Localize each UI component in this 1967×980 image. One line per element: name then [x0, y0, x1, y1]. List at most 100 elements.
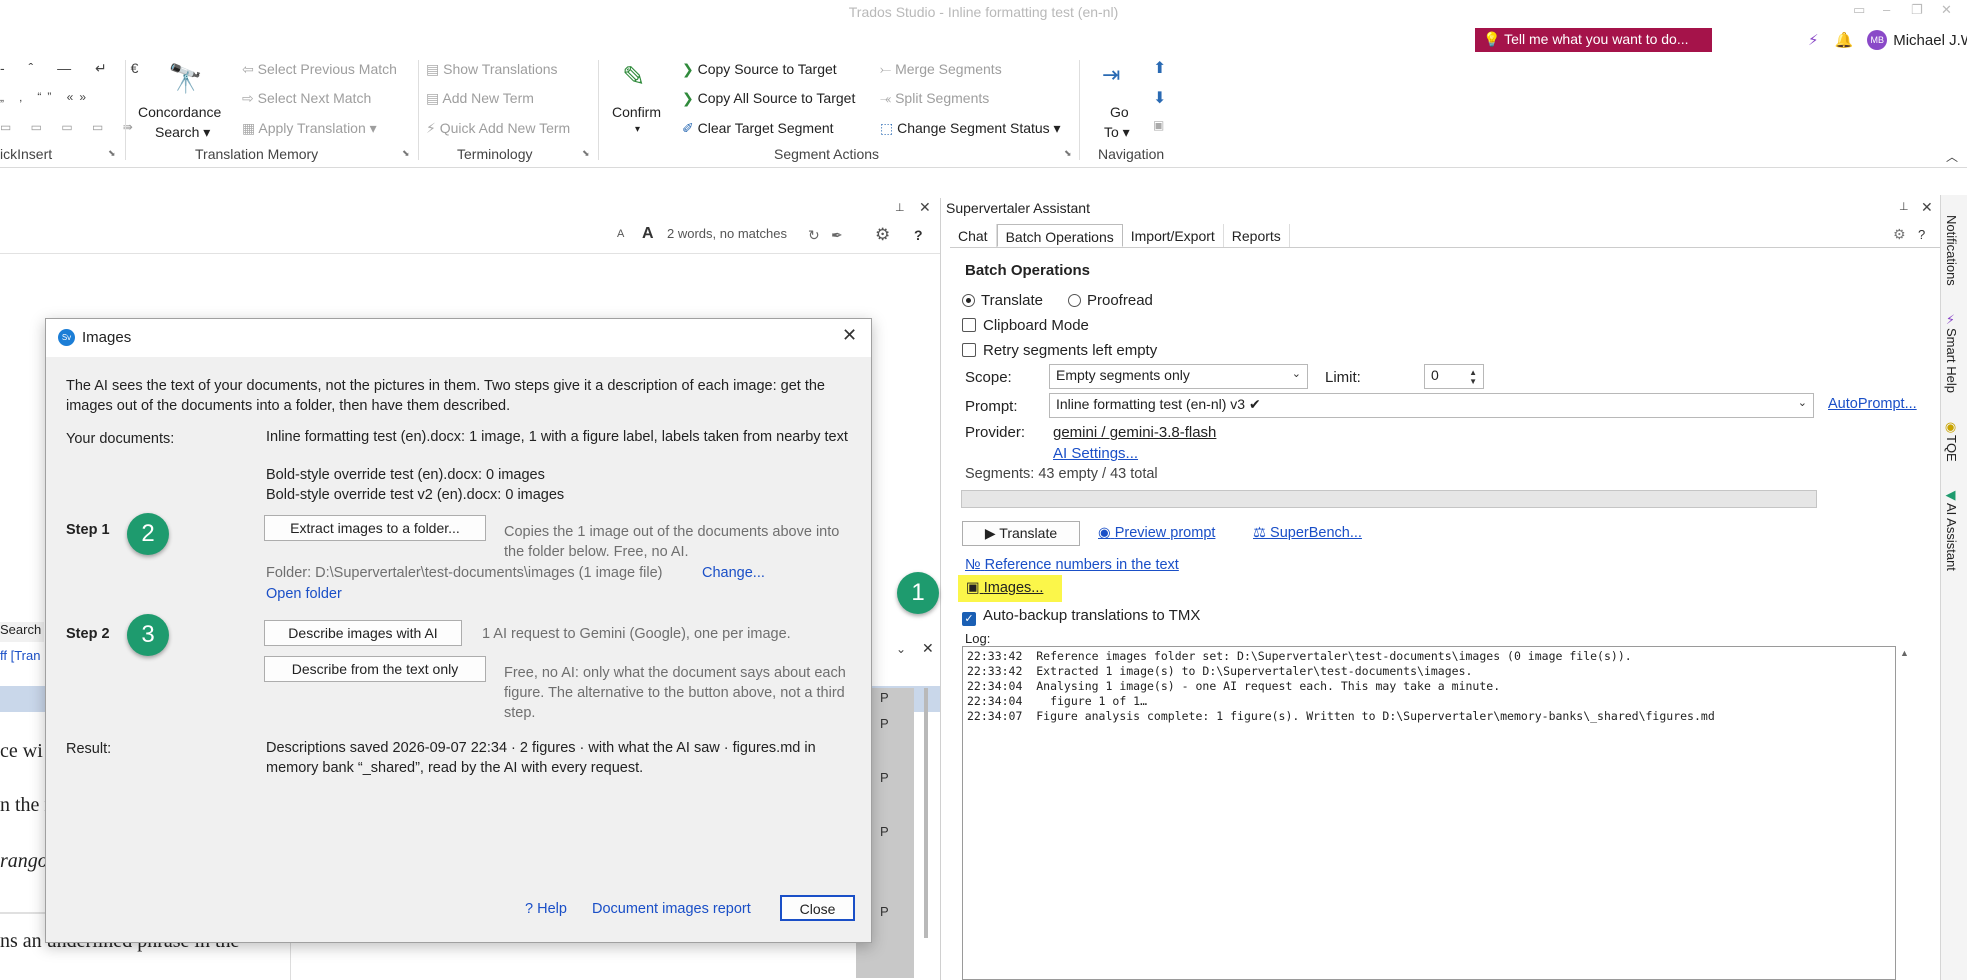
translate-button[interactable]: ▶ Translate — [962, 521, 1080, 546]
collapse-ribbon-icon[interactable]: ︿ — [1946, 148, 1958, 165]
tm-dialog-launcher-icon[interactable]: ⬊ — [402, 148, 410, 159]
log-scroll-up-icon[interactable]: ▲ — [1900, 648, 1909, 658]
concordance-label[interactable]: Concordance — [138, 104, 221, 120]
mode-translate-radio[interactable]: Translate — [962, 292, 1043, 309]
user-area[interactable]: ⚡ 🔔 MB Michael J.W. Beijer — [1808, 29, 1967, 51]
clear-target-button[interactable]: ✐ Clear Target Segment — [682, 120, 834, 137]
dialog-close-icon[interactable]: ✕ — [842, 325, 857, 346]
open-folder-link[interactable]: Open folder — [266, 586, 342, 602]
prompt-select[interactable]: Inline formatting test (en-nl) v3 ✔ ⌄ — [1049, 393, 1814, 418]
editor-scrollbar[interactable] — [924, 688, 928, 938]
concordance-search-button[interactable]: Search ▾ — [155, 124, 210, 141]
ai-settings-link[interactable]: AI Settings... — [1053, 445, 1138, 462]
quick-add-term-button[interactable]: ⚡ Quick Add New Term — [426, 120, 570, 137]
apply-translation-button[interactable]: ▦ Apply Translation ▾ — [242, 120, 377, 137]
sidebar-tab-smart-help[interactable]: ⚡Smart Help — [1944, 313, 1959, 393]
sidebar-tab-tqe[interactable]: ◉TQE — [1944, 420, 1959, 462]
change-segment-status-button[interactable]: ⬚ Change Segment Status ▾ — [880, 120, 1061, 137]
binoculars-icon: 🔭 — [168, 63, 203, 94]
dialog-launcher-icon[interactable]: ⬊ — [108, 148, 116, 159]
merge-segments-button[interactable]: ⤚ Merge Segments — [880, 61, 1002, 78]
describe-text-button[interactable]: Describe from the text only — [264, 656, 486, 682]
provider-label: Provider: — [965, 424, 1026, 441]
close-window-icon[interactable]: ✕ — [1941, 2, 1952, 18]
describe-ai-button[interactable]: Describe images with AI — [264, 620, 462, 646]
editor-fragment-1[interactable]: ce wi — [0, 740, 43, 763]
pin-icon[interactable]: ⊥ — [895, 201, 905, 214]
goto-label[interactable]: Go — [1110, 104, 1129, 120]
images-link[interactable]: ▣ Images... — [966, 580, 1043, 596]
navigation-options-icon[interactable]: ▣ — [1153, 118, 1164, 132]
copy-source-button[interactable]: ❯ Copy Source to Target — [682, 61, 837, 78]
assistant-settings-icon[interactable]: ⚙ — [1893, 226, 1906, 243]
diff-tab[interactable]: ff [Tran — [0, 648, 44, 668]
provider-link[interactable]: gemini / gemini-3.8-flash — [1053, 424, 1216, 441]
preview-prompt-link[interactable]: ◉ Preview prompt — [1098, 525, 1215, 541]
ai-assistant-label: AI Assistant — [1944, 503, 1959, 571]
collapse-icon[interactable]: ⌄ — [896, 642, 906, 656]
superbench-link[interactable]: ⚖ SuperBench... — [1253, 525, 1362, 541]
assistant-pin-icon[interactable]: ⊥ — [1899, 200, 1909, 213]
retry-empty-checkbox[interactable]: Retry segments left empty — [962, 342, 1157, 359]
scope-select[interactable]: Empty segments only ⌄ — [1049, 364, 1308, 389]
tab-batch-operations[interactable]: Batch Operations — [996, 224, 1123, 247]
stepper-arrows-icon[interactable]: ▲ ▼ — [1469, 368, 1477, 386]
pipette-icon[interactable]: ✒ — [831, 227, 843, 244]
quickinsert-row-2[interactable]: „ ‚ “” «» — [0, 90, 92, 104]
editor-fragment-2[interactable]: n the r — [0, 794, 51, 817]
split-segments-button[interactable]: ⤛ Split Segments — [880, 90, 989, 107]
select-next-match-button[interactable]: ⇨ Select Next Match — [242, 90, 371, 107]
lightning-icon[interactable]: ⚡ — [1808, 31, 1819, 49]
confirm-dropdown-icon[interactable]: ▾ — [635, 124, 640, 135]
tell-me-search[interactable]: 💡 Tell me what you want to do... — [1475, 28, 1712, 52]
quickinsert-row-3[interactable]: ▭ ▭ ▭ ▭ ⇛ — [0, 120, 141, 134]
change-folder-link[interactable]: Change... — [702, 565, 765, 581]
font-small-button[interactable]: A — [617, 228, 624, 240]
add-new-term-button[interactable]: ▤ Add New Term — [426, 90, 534, 107]
clipboard-mode-checkbox[interactable]: Clipboard Mode — [962, 317, 1089, 334]
editor-close-icon[interactable]: ✕ — [919, 199, 931, 216]
sidebar-tab-ai-assistant[interactable]: ◀AI Assistant — [1944, 488, 1959, 571]
mode-translate-label: Translate — [981, 292, 1043, 309]
arrow-up-icon[interactable]: ⬆ — [1153, 58, 1166, 78]
show-translations-button[interactable]: ▤ Show Translations — [426, 61, 558, 78]
maximize-icon[interactable]: ❐ — [1911, 2, 1923, 18]
help-icon[interactable]: ? — [914, 227, 923, 243]
term-dialog-launcher-icon[interactable]: ⬊ — [582, 148, 590, 159]
search-tab[interactable]: Search — [0, 622, 44, 642]
extract-images-button[interactable]: Extract images to a folder... — [264, 515, 486, 541]
copy-all-source-button[interactable]: ❯ Copy All Source to Target — [682, 90, 855, 107]
font-large-button[interactable]: A — [642, 225, 654, 243]
refresh-icon[interactable]: ↻ — [808, 227, 820, 244]
tab-import-export[interactable]: Import/Export — [1123, 224, 1224, 247]
bell-icon[interactable]: 🔔 — [1835, 31, 1854, 49]
pane-close-icon[interactable]: ✕ — [922, 640, 934, 657]
assistant-close-icon[interactable]: ✕ — [1921, 199, 1933, 216]
help-link[interactable]: ? Help — [525, 901, 567, 917]
editor-fragment-3[interactable]: rango — [0, 850, 48, 873]
clear-target-label: Clear Target Segment — [697, 120, 834, 136]
reference-numbers-link[interactable]: № Reference numbers in the text — [965, 557, 1179, 573]
minimize-icon[interactable]: – — [1883, 2, 1890, 17]
tab-chat[interactable]: Chat — [950, 224, 997, 247]
sidebar-tab-notifications[interactable]: Notifications — [1944, 215, 1959, 286]
confirm-button[interactable]: Confirm — [612, 104, 661, 120]
mode-proofread-radio[interactable]: Proofread — [1068, 292, 1153, 309]
arrow-down-icon[interactable]: ⬇ — [1153, 88, 1166, 108]
autoprompt-link[interactable]: AutoPrompt... — [1828, 396, 1917, 412]
restore-ribbon-icon[interactable]: ▭ — [1853, 2, 1865, 18]
assistant-help-icon[interactable]: ? — [1918, 227, 1925, 242]
quickinsert-row-1[interactable]: - ˆ — ↵ € — [0, 60, 148, 77]
segment-dialog-launcher-icon[interactable]: ⬊ — [1064, 148, 1072, 159]
select-previous-match-button[interactable]: ⇦ Select Previous Match — [242, 61, 397, 78]
check-icon: ✓ — [962, 612, 976, 626]
tab-reports[interactable]: Reports — [1224, 224, 1290, 247]
settings-gear-icon[interactable]: ⚙ — [875, 225, 890, 245]
dialog-title: Images — [82, 329, 132, 346]
log-box[interactable]: 22:33:42 Reference images folder set: D:… — [962, 646, 1896, 980]
close-button[interactable]: Close — [780, 895, 855, 921]
document-images-report-link[interactable]: Document images report — [592, 901, 751, 917]
limit-stepper[interactable]: 0 ▲ ▼ — [1424, 364, 1484, 389]
goto-button[interactable]: To ▾ — [1104, 124, 1130, 141]
auto-backup-checkbox[interactable]: ✓ Auto-backup translations to TMX — [962, 607, 1200, 626]
